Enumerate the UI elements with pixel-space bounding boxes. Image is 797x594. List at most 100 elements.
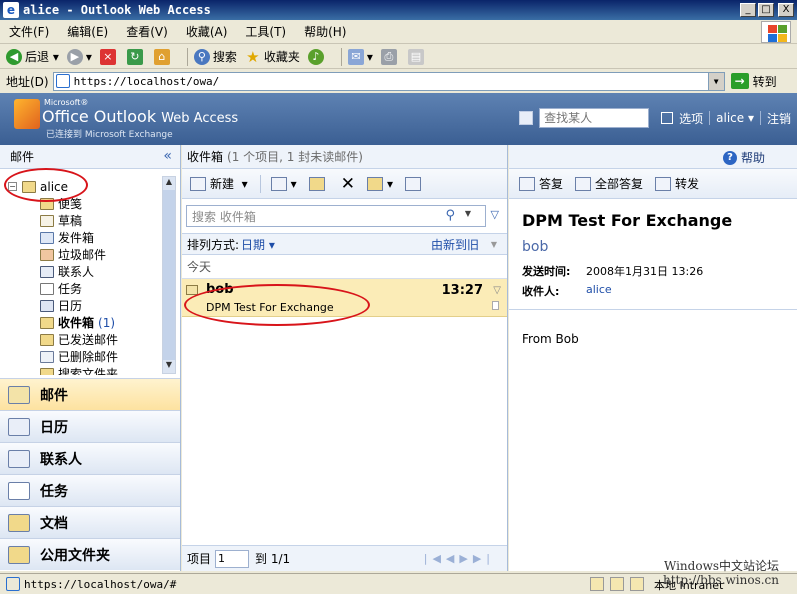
find-someone-input[interactable] — [539, 108, 650, 128]
folder-search-folders[interactable]: 搜索文件夹 — [40, 365, 118, 375]
print-view-button[interactable] — [404, 176, 425, 191]
menu-file[interactable]: 文件(F) — [0, 23, 58, 40]
scroll-thumb[interactable] — [163, 190, 175, 360]
edit-button[interactable]: ▤ — [407, 48, 427, 65]
pager-label: 项目 — [187, 552, 212, 566]
mail-button[interactable]: ✉ ▾ — [347, 48, 373, 65]
search-button[interactable]: ⚲ 搜索 — [193, 48, 237, 65]
module-documents[interactable]: 文档 — [0, 506, 180, 538]
collapse-nav-button[interactable]: « — [163, 148, 172, 164]
copy-button[interactable]: ▾ — [366, 176, 393, 191]
folder-inbox[interactable]: 收件箱 (1) — [40, 314, 115, 331]
folder-contacts[interactable]: 联系人 — [40, 263, 94, 280]
message-row[interactable]: bob 13:27 DPM Test For Exchange ▽ — [182, 279, 507, 317]
page-navigation-icons[interactable]: |◀◀▶▶| — [424, 552, 495, 565]
help-link[interactable]: ? 帮助 — [722, 149, 765, 166]
back-button[interactable]: ◀ 后退 ▾ — [6, 48, 59, 65]
folder-deleted[interactable]: 已删除邮件 — [40, 348, 118, 365]
forward-label: 转发 — [675, 177, 700, 191]
forward-button[interactable]: ▶ ▾ — [66, 48, 92, 65]
menu-tools[interactable]: 工具(T) — [236, 23, 295, 40]
message-content: From Bob — [522, 332, 579, 346]
menu-edit[interactable]: 编辑(E) — [58, 23, 117, 40]
folder-tasks[interactable]: 任务 — [40, 280, 82, 297]
search-icon[interactable]: ⚲ — [445, 208, 455, 223]
reply-all-button[interactable]: 全部答复 — [575, 175, 643, 192]
recipient-value[interactable]: alice — [586, 283, 612, 299]
lock-icon[interactable] — [610, 577, 624, 591]
filter-icon[interactable]: ▽ — [491, 208, 499, 221]
address-input[interactable]: https://localhost/owa/ ▼ — [52, 71, 725, 91]
address-book-icon[interactable] — [519, 111, 534, 125]
popup-blocker-icon[interactable] — [590, 577, 604, 591]
module-tasks[interactable]: 任务 — [0, 474, 180, 506]
search-inbox-input[interactable]: 搜索 收件箱 ⚲ ▼ ▽ — [186, 205, 499, 227]
folder-junk[interactable]: 垃圾邮件 — [40, 246, 106, 263]
maximize-button[interactable]: □ — [758, 3, 774, 17]
menu-view[interactable]: 查看(V) — [117, 23, 177, 40]
reading-toolbar: 答复 全部答复 转发 — [509, 169, 797, 199]
stop-icon: × — [99, 48, 116, 65]
print-button[interactable]: ⎙ — [380, 48, 400, 65]
delete-button[interactable]: ✕ — [341, 174, 355, 194]
sort-order-button[interactable]: 由新到旧 — [431, 236, 479, 253]
folder-drafts[interactable]: 草稿 — [40, 212, 82, 229]
note-icon — [40, 197, 54, 210]
scroll-up-icon[interactable]: ▲ — [163, 177, 175, 190]
reader-sender[interactable]: bob — [522, 239, 797, 259]
module-contacts[interactable]: 联系人 — [0, 442, 180, 474]
calendar-icon — [8, 417, 30, 436]
view-toggle-button[interactable]: ▾ — [270, 176, 297, 191]
sort-field-dropdown[interactable]: 日期 ▾ — [241, 236, 275, 253]
public-folder-icon — [8, 545, 30, 564]
mail-icon — [8, 385, 30, 404]
windows-logo-icon — [761, 21, 791, 43]
forward-mail-button[interactable]: 转发 — [655, 175, 699, 192]
close-button[interactable]: X — [778, 3, 794, 17]
move-button[interactable] — [308, 176, 329, 191]
folder-tree-scrollbar[interactable]: ▲ ▼ — [162, 176, 176, 374]
folder-label: 已发送邮件 — [58, 333, 119, 347]
module-public-folders[interactable]: 公用文件夹 — [0, 538, 180, 570]
scroll-down-icon[interactable]: ▼ — [163, 360, 175, 373]
search-options-dropdown[interactable]: ▼ — [465, 209, 471, 218]
logout-link[interactable]: 注销 — [767, 110, 791, 127]
address-dropdown-button[interactable]: ▼ — [707, 72, 724, 90]
media-button[interactable]: ♪ — [307, 48, 327, 65]
list-toolbar: 新建 ▾ ▾ ✕ ▾ — [182, 169, 507, 199]
folder-notes[interactable]: 便笺 — [40, 195, 82, 212]
menu-help[interactable]: 帮助(H) — [295, 23, 355, 40]
menu-favorites[interactable]: 收藏(A) — [177, 23, 237, 40]
home-button[interactable]: ⌂ — [153, 48, 173, 65]
nav-header: 邮件 « — [0, 145, 180, 169]
page-number-input[interactable] — [215, 549, 250, 568]
stop-button[interactable]: × — [99, 48, 119, 65]
refresh-button[interactable]: ↻ — [126, 48, 146, 65]
calendar-icon — [40, 299, 54, 312]
new-message-icon — [190, 176, 206, 191]
go-button[interactable]: → 转到 — [730, 73, 777, 90]
folder-calendar[interactable]: 日历 — [40, 297, 82, 314]
flag-icon[interactable]: ▽ — [493, 285, 501, 296]
reply-button[interactable]: 答复 — [519, 175, 563, 192]
toolbar-divider — [340, 47, 342, 66]
message-checkbox[interactable] — [492, 301, 499, 310]
user-menu[interactable]: alice ▾ — [716, 111, 754, 125]
module-calendar[interactable]: 日历 — [0, 410, 180, 442]
junk-mail-icon — [40, 248, 54, 261]
outbox-icon — [40, 231, 54, 244]
reply-all-label: 全部答复 — [595, 177, 644, 191]
favorites-button[interactable]: ★ 收藏夹 — [245, 48, 300, 65]
module-mail[interactable]: 邮件 — [0, 378, 180, 410]
mailbox-root[interactable]: − alice — [8, 178, 68, 195]
header-divider — [709, 111, 711, 125]
go-arrow-icon: → — [730, 73, 749, 89]
collapse-tree-icon[interactable]: − — [8, 182, 17, 191]
back-label: 后退 — [25, 50, 50, 64]
folder-sent[interactable]: 已发送邮件 — [40, 331, 118, 348]
options-link[interactable]: 选项 — [679, 110, 703, 127]
minimize-button[interactable]: _ — [740, 3, 756, 17]
folder-outbox[interactable]: 发件箱 — [40, 229, 94, 246]
search-folder-icon — [40, 367, 54, 375]
new-message-button[interactable]: 新建 ▾ — [190, 175, 248, 192]
